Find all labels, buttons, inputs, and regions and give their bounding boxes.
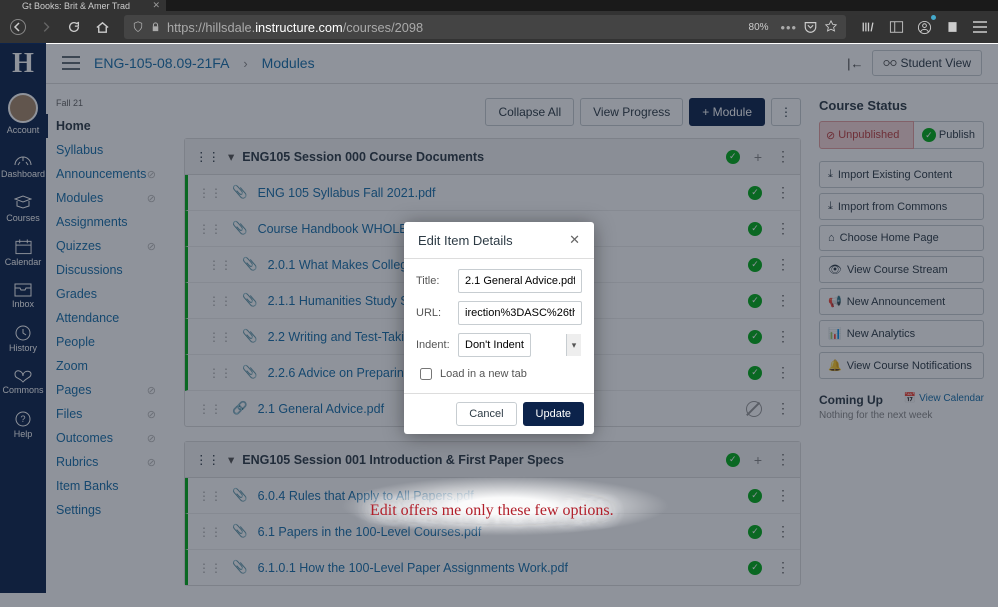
browser-toolbar: https://hillsdale.instructure.com/course… (0, 11, 998, 43)
close-tab-icon[interactable]: ✕ (152, 0, 160, 11)
forward-button (34, 15, 58, 39)
edit-item-dialog: Edit Item Details ✕ Title: URL: Indent: … (404, 222, 594, 434)
url-label: URL: (416, 307, 452, 319)
new-tab-label: Load in a new tab (440, 368, 527, 380)
lock-icon (150, 21, 161, 33)
meatball-icon[interactable]: ••• (781, 20, 797, 35)
tab-title: Gt Books: Brit & Amer Trad (22, 1, 130, 11)
indent-select[interactable]: Don't Indent (458, 333, 531, 357)
browser-tab-row: Gt Books: Brit & Amer Trad ✕ (0, 0, 998, 11)
update-button[interactable]: Update (523, 402, 584, 426)
zoom-level[interactable]: 80% (749, 22, 769, 33)
sidebar-icon[interactable] (884, 15, 908, 39)
close-dialog-icon[interactable]: ✕ (569, 232, 580, 248)
modal-overlay: Edit Item Details ✕ Title: URL: Indent: … (0, 44, 998, 607)
account-icon[interactable] (912, 15, 936, 39)
menu-icon[interactable] (968, 15, 992, 39)
annotation-text: Edit offers me only these few options. (370, 502, 614, 520)
back-button[interactable] (6, 15, 30, 39)
url-text: https://hillsdale.instructure.com/course… (167, 20, 423, 35)
reload-button[interactable] (62, 15, 86, 39)
home-button[interactable] (90, 15, 114, 39)
dialog-title: Edit Item Details (418, 233, 513, 248)
browser-tab[interactable]: Gt Books: Brit & Amer Trad ✕ (0, 0, 166, 11)
bookmark-star-icon[interactable] (824, 20, 838, 34)
indent-label: Indent: (416, 339, 452, 351)
chevron-down-icon: ▾ (566, 334, 581, 356)
pocket-icon[interactable] (803, 20, 818, 34)
title-input[interactable] (458, 269, 582, 293)
cancel-button[interactable]: Cancel (456, 402, 516, 426)
downloads-icon[interactable] (940, 15, 964, 39)
title-label: Title: (416, 275, 452, 287)
url-input[interactable] (458, 301, 582, 325)
new-tab-checkbox[interactable] (420, 368, 432, 380)
library-icon[interactable] (856, 15, 880, 39)
shield-icon (132, 21, 144, 33)
url-bar[interactable]: https://hillsdale.instructure.com/course… (124, 15, 846, 39)
